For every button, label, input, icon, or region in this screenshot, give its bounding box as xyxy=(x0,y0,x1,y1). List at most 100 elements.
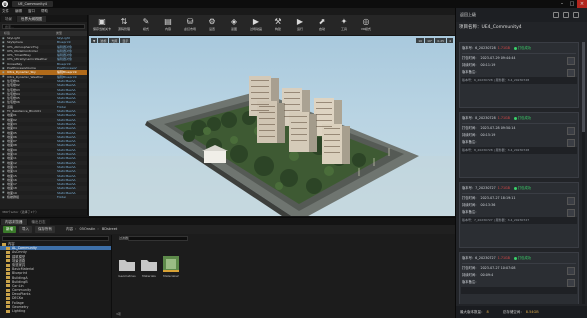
download-icon[interactable] xyxy=(567,57,575,65)
visibility-eye-icon[interactable]: ◉ xyxy=(2,75,5,78)
folder-tree-item[interactable]: Lighting xyxy=(0,309,111,313)
delete-icon[interactable] xyxy=(567,139,575,147)
menu-window[interactable]: 窗口 xyxy=(28,9,35,14)
visibility-eye-icon[interactable]: ◉ xyxy=(2,36,5,40)
visibility-eye-icon[interactable]: ◉ xyxy=(2,96,5,100)
visibility-eye-icon[interactable]: ◉ xyxy=(2,83,5,87)
toolbar-button[interactable]: ◈ 蓝图 xyxy=(223,15,245,35)
grid-snap-button[interactable]: 10 xyxy=(416,38,425,43)
visibility-eye-icon[interactable]: ◉ xyxy=(2,144,5,147)
show-button[interactable]: 显示 xyxy=(120,38,131,43)
visibility-eye-icon[interactable]: ◉ xyxy=(2,178,5,181)
visibility-eye-icon[interactable]: ◉ xyxy=(2,40,5,44)
delete-icon[interactable] xyxy=(567,279,575,287)
toolbar-button[interactable]: ▤ 内容 xyxy=(157,15,179,35)
add-new-button[interactable]: 新增 xyxy=(3,226,16,233)
visibility-eye-icon[interactable]: ◉ xyxy=(2,131,5,134)
visibility-eye-icon[interactable]: ◉ xyxy=(2,186,5,190)
visibility-eye-icon[interactable]: ◉ xyxy=(2,191,5,194)
version-card[interactable]: 版本号：6_20230727 1.71GB 打包成功 打包时间： 2023-07-27 … xyxy=(459,252,579,304)
toolbar-button[interactable]: ⚙ 设置 xyxy=(201,15,223,35)
visibility-eye-icon[interactable]: ◉ xyxy=(2,66,5,70)
visibility-eye-icon[interactable]: ◉ xyxy=(2,182,5,186)
visibility-eye-icon[interactable]: ◉ xyxy=(2,122,5,126)
visibility-eye-icon[interactable]: ◉ xyxy=(2,161,5,164)
window-title-tab[interactable]: UE_Community4 xyxy=(12,1,54,7)
minimize-icon[interactable]: – xyxy=(557,0,567,8)
menu-edit[interactable]: 编辑 xyxy=(15,9,22,14)
level-viewport[interactable]: ▼ 透视 光照 显示 10 10° 0.25 4 xyxy=(89,36,455,216)
import-button[interactable]: 导入 xyxy=(19,226,32,233)
visibility-eye-icon[interactable]: ◉ xyxy=(2,109,5,113)
asset-tile[interactable]: Materials2 xyxy=(161,255,181,278)
visibility-eye-icon[interactable]: ◉ xyxy=(2,105,5,108)
visibility-eye-icon[interactable]: ◉ xyxy=(2,118,5,121)
toolbar-button[interactable]: ▶ 过场动画 xyxy=(245,15,267,35)
version-list-scrollbar[interactable] xyxy=(582,42,585,304)
version-card[interactable]: 版本号：6_20230728 1.71GB 打包成功 打包时间： 2023-07-29 … xyxy=(459,42,579,108)
toolbar-button[interactable]: ▣ 保存当前关卡 xyxy=(91,15,113,35)
visibility-eye-icon[interactable]: ◉ xyxy=(2,169,5,173)
version-card[interactable]: 版本号：8_20230728 1.71GB 打包成功 打包时间： 2023-07-28 … xyxy=(459,112,579,178)
delete-icon[interactable] xyxy=(567,209,575,217)
tab-world-outliner[interactable]: 世界大纲视图 xyxy=(17,15,46,22)
download-icon[interactable] xyxy=(567,127,575,135)
menu-file[interactable]: 文件 xyxy=(2,9,9,14)
visibility-eye-icon[interactable]: ◉ xyxy=(2,58,5,61)
toolbar-button[interactable]: ▶ 运行 xyxy=(289,15,311,35)
visibility-eye-icon[interactable]: ◉ xyxy=(2,156,5,160)
toolbar-button[interactable]: ⛁ 虚幻市场 xyxy=(179,15,201,35)
tab-content-browser[interactable]: 内容浏览器 xyxy=(1,218,27,225)
toolbar-button[interactable]: ◎ VR模式 xyxy=(355,15,377,35)
save-all-button[interactable]: 保存所有 xyxy=(35,226,55,233)
tab-scene[interactable]: 场景 xyxy=(1,15,16,22)
visibility-eye-icon[interactable]: ◉ xyxy=(2,53,5,57)
toolbar-button[interactable]: ✎ 模式 xyxy=(135,15,157,35)
camera-speed-button[interactable]: 4 xyxy=(447,38,453,43)
asset-tile[interactable]: Geometries xyxy=(117,255,137,278)
visibility-eye-icon[interactable]: ◉ xyxy=(2,113,5,117)
breadcrumb-item[interactable]: BDstreet xyxy=(102,227,117,231)
visibility-eye-icon[interactable]: ◉ xyxy=(2,139,5,143)
visibility-eye-icon[interactable]: ◉ xyxy=(2,45,5,48)
delete-icon[interactable] xyxy=(567,69,575,77)
visibility-eye-icon[interactable]: ◉ xyxy=(2,70,5,74)
visibility-eye-icon[interactable]: ◉ xyxy=(2,92,5,95)
back-link[interactable]: 返回上级 xyxy=(460,12,476,18)
outliner-row[interactable]: ◉ 植被群组 Folder xyxy=(0,194,87,200)
outliner-search-input[interactable]: 搜索... xyxy=(2,24,85,29)
visibility-eye-icon[interactable]: ◉ xyxy=(2,195,5,199)
visibility-eye-icon[interactable]: ◉ xyxy=(2,174,5,177)
download-icon[interactable] xyxy=(567,197,575,205)
visibility-eye-icon[interactable]: ◉ xyxy=(2,88,5,91)
visibility-eye-icon[interactable]: ◉ xyxy=(2,148,5,151)
tab-output-log[interactable]: 输出日志 xyxy=(27,218,50,225)
settings-icon[interactable] xyxy=(563,12,569,18)
visibility-eye-icon[interactable]: ◉ xyxy=(2,126,5,130)
visibility-eye-icon[interactable]: ◉ xyxy=(2,49,5,52)
visibility-eye-icon[interactable]: ◉ xyxy=(2,165,5,169)
menu-help[interactable]: 帮助 xyxy=(41,9,48,14)
visibility-eye-icon[interactable]: ◉ xyxy=(2,135,5,138)
folder-search-input[interactable] xyxy=(2,236,109,241)
rotation-snap-button[interactable]: 10° xyxy=(425,38,435,43)
close-icon[interactable]: × xyxy=(577,0,587,8)
maximize-icon[interactable]: □ xyxy=(567,0,577,8)
toolbar-button[interactable]: ⇅ 源码管理 xyxy=(113,15,135,35)
toolbar-button[interactable]: ⬈ 启动 xyxy=(311,15,333,35)
filter-button[interactable]: 过滤器 xyxy=(119,236,128,240)
viewport-menu-button[interactable]: ▼ xyxy=(91,38,98,43)
asset-search-input[interactable] xyxy=(128,235,189,241)
close-panel-icon[interactable] xyxy=(573,12,579,18)
breadcrumb-item[interactable]: 05Onstin xyxy=(80,227,96,231)
perspective-button[interactable]: 透视 xyxy=(98,38,109,43)
visibility-eye-icon[interactable]: ◉ xyxy=(2,101,5,104)
asset-tile[interactable]: Materials xyxy=(139,255,159,278)
visibility-eye-icon[interactable]: ◉ xyxy=(2,79,5,83)
scale-snap-button[interactable]: 0.25 xyxy=(435,38,447,43)
toolbar-button[interactable]: ✦ 工具 xyxy=(333,15,355,35)
visibility-eye-icon[interactable]: ◉ xyxy=(2,152,5,156)
breadcrumb-item[interactable]: 内容 xyxy=(66,227,73,231)
lit-button[interactable]: 光照 xyxy=(109,38,120,43)
refresh-icon[interactable] xyxy=(553,12,559,18)
